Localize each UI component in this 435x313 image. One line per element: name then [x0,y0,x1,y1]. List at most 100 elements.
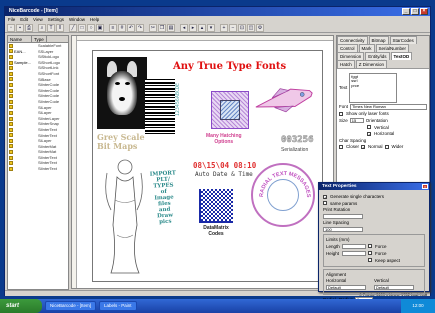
menu-edit[interactable]: Edit [20,17,28,22]
zoom-out-icon[interactable]: − [229,24,237,32]
menu-view[interactable]: View [33,17,43,22]
design-canvas[interactable]: Any True Type Fonts 123456ABCDE Grey Sca… [71,35,334,289]
barcode-text: 123456ABCDE [175,83,181,117]
tab-connectivity[interactable]: Connectivity [337,36,368,44]
datamatrix-code[interactable] [199,189,233,223]
tab-bitmap[interactable]: Bitmap [368,36,389,44]
start-button[interactable]: start [0,299,42,313]
new-icon[interactable]: ▫ [7,24,15,32]
hatching-inner [220,100,240,120]
print-icon[interactable]: ⎙ [25,24,33,32]
column-type[interactable]: Type [32,36,47,42]
tab-mark[interactable]: Mark [358,44,375,52]
toolbar: ▫ ▪ ⎙ ⌕ T ‖ ╱ □ ○ ▣ ≡ # ↶ ↷ ✂ ❐ ▤ ◂ ▸ ▴ … [5,23,430,33]
tab-hatch[interactable]: Hatch [337,60,355,68]
wider-radio[interactable] [384,144,389,149]
menu-file[interactable]: File [8,17,15,22]
generate-chars-checkbox[interactable] [323,194,327,199]
size-input[interactable]: 15 [349,117,364,123]
line-spacing-input[interactable]: 100 [323,226,363,233]
line-spacing-label: Line Spacing [323,220,350,226]
paste-icon[interactable]: ▤ [167,24,175,32]
import-text[interactable]: IMPORT PLT/ TYPES of Image files and Dra… [150,170,179,225]
height-input[interactable] [342,250,366,257]
tab-starcodes[interactable]: StarCodes [389,36,417,44]
dialog-close-button[interactable]: × [422,184,428,189]
folder-icon [9,133,13,138]
length-force-checkbox[interactable] [368,244,372,249]
taskbar-item-nicebarcode[interactable]: NiceBarcode - [Item] [45,301,97,311]
object-list-header: Name Type [8,36,68,43]
linear-barcode[interactable] [145,79,175,134]
text-input[interactable]: fggt ssrl prce [349,72,398,103]
radial-text-circle[interactable]: RADIAL TEXT MESSAGES [251,163,315,227]
list-item[interactable]: SiInterText [8,166,68,172]
normal-radio[interactable] [361,144,366,149]
arrow-down-icon[interactable]: ▾ [207,24,215,32]
vertical-radio[interactable] [367,125,371,129]
cut-icon[interactable]: ✂ [149,24,157,32]
image-icon[interactable]: ▣ [96,24,104,32]
menu-settings[interactable]: Settings [48,17,64,22]
line-icon[interactable]: ╱ [69,24,77,32]
grid-icon[interactable]: # [118,24,126,32]
taskbar: start NiceBarcode - [Item] Labels - Pain… [0,299,435,313]
auto-date-value[interactable]: 08\15\04 08:10 [193,161,256,170]
tab-entity[interactable]: Entity/ids [365,52,390,60]
undo-icon[interactable]: ↶ [127,24,135,32]
vertical-align-select[interactable]: Default [374,284,414,291]
font-select[interactable]: Times New Roman [350,104,427,110]
maximize-button[interactable]: □ [411,8,419,15]
show-only-checkbox[interactable] [339,111,343,116]
tab-dimension[interactable]: Dimension [337,52,365,60]
copy-icon[interactable]: ❐ [158,24,166,32]
height-label: Height [326,250,340,256]
length-input[interactable] [342,243,366,250]
zoom-fit-icon[interactable]: ⊡ [238,24,246,32]
taskbar-item-paint[interactable]: Labels - Paint [99,301,137,311]
length-label: Length [326,243,340,249]
arrow-left-icon[interactable]: ◂ [180,24,188,32]
space-shuttle-drawing[interactable] [251,80,317,120]
folder-icon [9,110,13,115]
hatching-shape[interactable] [211,91,249,129]
save-icon[interactable]: ▪ [16,24,24,32]
angel-drawing[interactable] [101,155,147,277]
print-rotation-label: Print Rotation [323,207,351,213]
label-page[interactable]: Any True Type Fonts 123456ABCDE Grey Sca… [92,50,323,282]
menu-window[interactable]: Window [69,17,85,22]
print-rotation-input[interactable] [323,213,363,220]
truetype-title[interactable]: Any True Type Fonts [173,61,286,72]
same-params-checkbox[interactable] [323,201,327,206]
arrow-up-icon[interactable]: ▴ [198,24,206,32]
barcode-icon[interactable]: ‖ [56,24,64,32]
grey-bitmaps-text[interactable]: Grey Scale Bit Maps [97,133,145,151]
husky-image[interactable] [97,57,147,129]
tab-textod[interactable]: TextOD [390,52,413,60]
tab-serialnumber[interactable]: SerialNumber [375,44,410,52]
menu-help[interactable]: Help [90,17,99,22]
zoom-in-icon[interactable]: + [220,24,228,32]
arrow-right-icon[interactable]: ▸ [189,24,197,32]
tab-control[interactable]: Control [337,44,358,52]
minimize-button[interactable]: _ [402,8,410,15]
hatching-label[interactable]: Many Hatching Options [206,133,242,145]
rectangle-icon[interactable]: □ [78,24,86,32]
zoom-icon[interactable]: ⌕ [38,24,46,32]
ellipse-icon[interactable]: ○ [87,24,95,32]
horizontal-radio[interactable] [367,131,371,136]
text-icon[interactable]: T [47,24,55,32]
close-button[interactable]: × [420,8,428,15]
closer-radio[interactable] [339,144,343,149]
horizontal-align-select[interactable]: Default [326,284,366,291]
height-force-checkbox[interactable] [368,251,372,256]
tab-z-dimension[interactable]: Z Dimension [355,60,388,68]
redo-icon[interactable]: ↷ [136,24,144,32]
keep-aspect-checkbox[interactable] [368,258,372,263]
settings-icon[interactable]: ⚙ [256,24,264,32]
layers-icon[interactable]: ◫ [247,24,255,32]
folder-icon [9,155,13,160]
align-icon[interactable]: ≡ [109,24,117,32]
serial-number[interactable]: 003256 [281,135,314,146]
column-name[interactable]: Name [8,36,32,42]
